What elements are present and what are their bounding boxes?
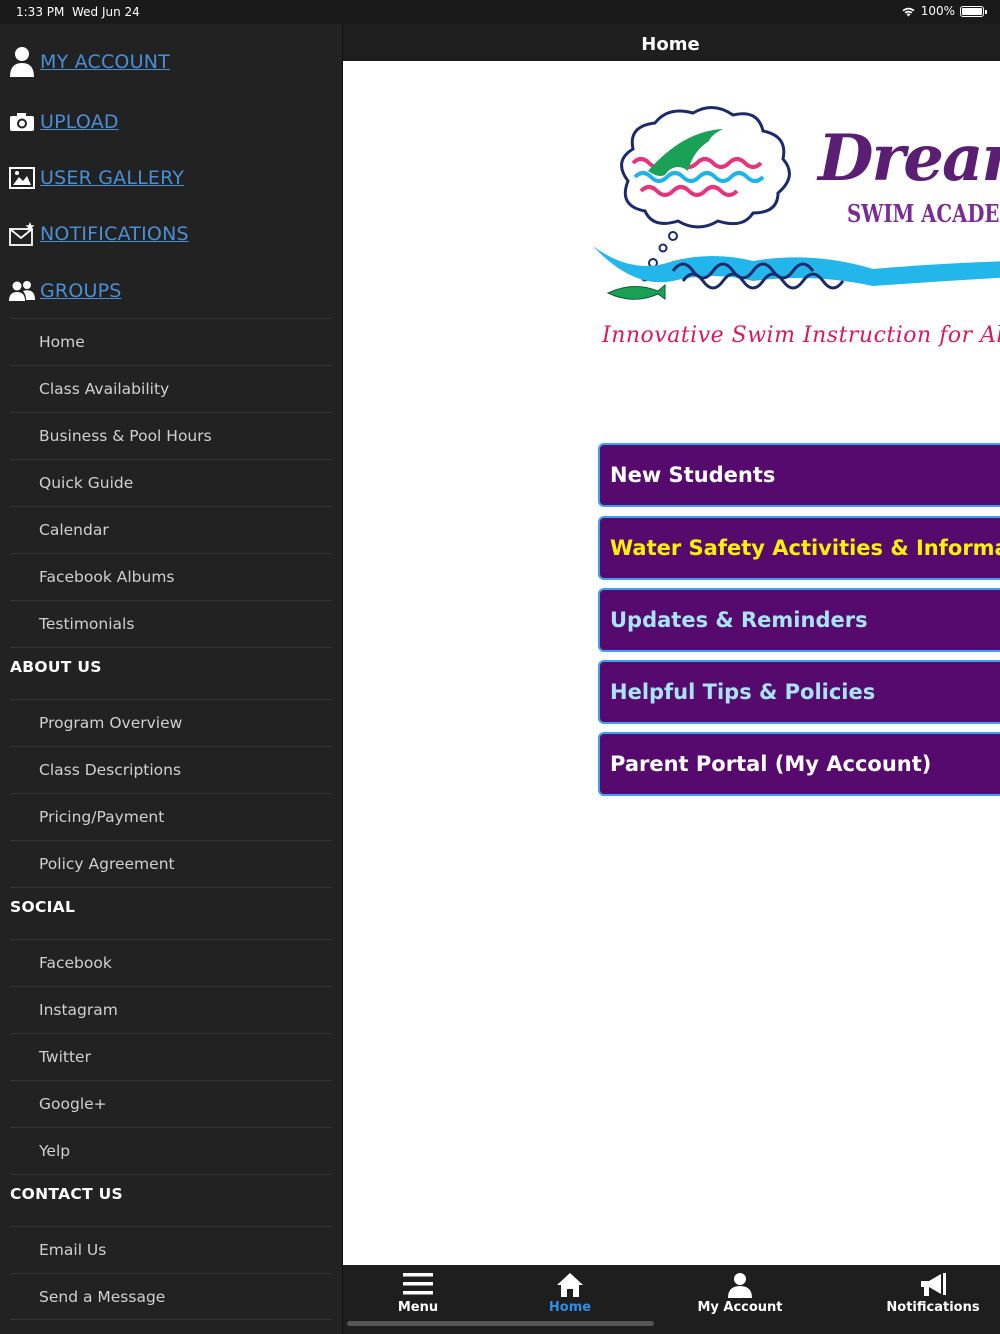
button-label: Helpful Tips & Policies — [610, 680, 876, 704]
sidebar-item-label: Pricing/Payment — [39, 808, 165, 826]
user-icon — [727, 1272, 753, 1302]
tab-my-account[interactable]: My Account — [680, 1265, 800, 1334]
battery-icon — [960, 5, 987, 17]
sidebar-item-label: Class Availability — [39, 380, 170, 398]
sidebar-item-quick-guide[interactable]: Quick Guide — [10, 459, 332, 506]
button-label: New Students — [610, 463, 776, 487]
sidebar-item-google-plus[interactable]: Google+ — [10, 1080, 332, 1127]
tab-notifications[interactable]: Notifications — [873, 1265, 993, 1334]
home-indicator[interactable] — [347, 1321, 654, 1326]
sidebar-link-user-gallery[interactable]: USER GALLERY — [8, 158, 184, 198]
home-icon — [556, 1272, 584, 1302]
sidebar-item-label: Email Us — [39, 1241, 107, 1259]
sidebar-item-label: Twitter — [39, 1048, 91, 1066]
sidebar-item-facebook[interactable]: Facebook — [10, 939, 332, 986]
sidebar-item-class-availability[interactable]: Class Availability — [10, 365, 332, 412]
water-safety-button[interactable]: Water Safety Activities & Information — [598, 516, 1000, 580]
sidebar-item-facebook-albums[interactable]: Facebook Albums — [10, 553, 332, 600]
upload-link[interactable]: UPLOAD — [40, 111, 119, 133]
sidebar-item-program-overview[interactable]: Program Overview — [10, 699, 332, 746]
main-content: Dream B SWIM ACADEM Innovative Swim Inst… — [343, 61, 1000, 1265]
users-icon — [8, 275, 36, 307]
sidebar-item-home[interactable]: Home — [10, 318, 332, 365]
button-label: Water Safety Activities & Information — [610, 536, 1000, 560]
sidebar-item-label: Google+ — [39, 1095, 107, 1113]
wifi-icon — [902, 7, 915, 16]
sidebar-item-label: Business & Pool Hours — [39, 427, 212, 445]
sidebar-item-label: Facebook Albums — [39, 568, 175, 586]
section-title: CONTACT US — [10, 1185, 123, 1203]
sidebar-item-label: Calendar — [39, 521, 109, 539]
parent-portal-button[interactable]: Parent Portal (My Account) — [598, 732, 1000, 796]
logo-name-line2: SWIM ACADEM — [847, 199, 1000, 228]
page-title: Home — [641, 34, 700, 55]
sidebar-item-testimonials[interactable]: Testimonials — [10, 600, 332, 647]
sidebar-item-business-pool-hours[interactable]: Business & Pool Hours — [10, 412, 332, 459]
updates-reminders-button[interactable]: Updates & Reminders — [598, 588, 1000, 652]
status-time: 1:33 PM — [16, 5, 65, 19]
hamburger-icon — [403, 1272, 433, 1300]
image-icon — [8, 162, 36, 194]
sidebar-item-label: Policy Agreement — [39, 855, 175, 873]
battery-fill — [962, 7, 982, 15]
section-header-about-us: ABOUT US — [10, 647, 332, 687]
sidebar-item-label: Class Descriptions — [39, 761, 182, 779]
megaphone-icon — [919, 1272, 947, 1302]
button-label: Parent Portal (My Account) — [610, 752, 932, 776]
status-bar: 1:33 PM Wed Jun 24 100% — [0, 0, 1000, 24]
status-date: Wed Jun 24 — [72, 5, 140, 19]
sidebar-item-label: Instagram — [39, 1001, 118, 1019]
sidebar-item-class-descriptions[interactable]: Class Descriptions — [10, 746, 332, 793]
sidebar-item-label: Facebook — [39, 954, 112, 972]
sidebar-link-notifications[interactable]: NOTIFICATIONS — [8, 214, 189, 254]
sidebar-item-label: Testimonials — [39, 615, 135, 633]
status-right: 100% — [901, 4, 987, 18]
logo-tagline: Innovative Swim Instruction for All Ages… — [602, 323, 1000, 348]
user-gallery-link[interactable]: USER GALLERY — [40, 167, 184, 189]
section-title: ABOUT US — [10, 658, 102, 676]
sidebar-item-policy-agreement[interactable]: Policy Agreement — [10, 840, 332, 887]
camera-icon — [8, 106, 36, 138]
section-title: SOCIAL — [10, 898, 76, 916]
button-label: Updates & Reminders — [610, 608, 868, 632]
sidebar-item-pricing-payment[interactable]: Pricing/Payment — [10, 793, 332, 840]
groups-link[interactable]: GROUPS — [40, 280, 122, 302]
sidebar-link-upload[interactable]: UPLOAD — [8, 102, 119, 142]
tab-label: Menu — [397, 1300, 439, 1315]
sidebar-item-label: Home — [39, 333, 85, 351]
sidebar-item-label: Program Overview — [39, 714, 183, 732]
sidebar-link-groups[interactable]: GROUPS — [8, 271, 122, 311]
sidebar-item-label: Yelp — [39, 1142, 71, 1160]
sidebar-item-label: Quick Guide — [39, 474, 134, 492]
sidebar-menu: MY ACCOUNT UPLOAD USER GALLERY NOTIFICAT… — [0, 24, 342, 1334]
sidebar-item-calendar[interactable]: Calendar — [10, 506, 332, 553]
new-students-button[interactable]: New Students — [598, 443, 1000, 507]
sidebar-item-label: Send a Message — [39, 1288, 166, 1306]
tab-label: Home — [548, 1300, 592, 1315]
logo-name-line1: Dream B — [818, 121, 1000, 196]
helpful-tips-button[interactable]: Helpful Tips & Policies — [598, 660, 1000, 724]
sidebar-item-instagram[interactable]: Instagram — [10, 986, 332, 1033]
sidebar-item-email-us[interactable]: Email Us — [10, 1226, 332, 1273]
sidebar-item-yelp[interactable]: Yelp — [10, 1127, 332, 1174]
section-header-social: SOCIAL — [10, 887, 332, 927]
tab-label: Notifications — [886, 1300, 980, 1315]
envelope-star-icon — [8, 218, 36, 250]
notifications-link[interactable]: NOTIFICATIONS — [40, 223, 189, 245]
battery-percent: 100% — [920, 4, 955, 18]
section-header-contact-us: CONTACT US — [10, 1174, 332, 1214]
sidebar-item-send-message[interactable]: Send a Message — [10, 1273, 332, 1320]
sidebar-item-twitter[interactable]: Twitter — [10, 1033, 332, 1080]
tab-label: My Account — [697, 1300, 783, 1315]
